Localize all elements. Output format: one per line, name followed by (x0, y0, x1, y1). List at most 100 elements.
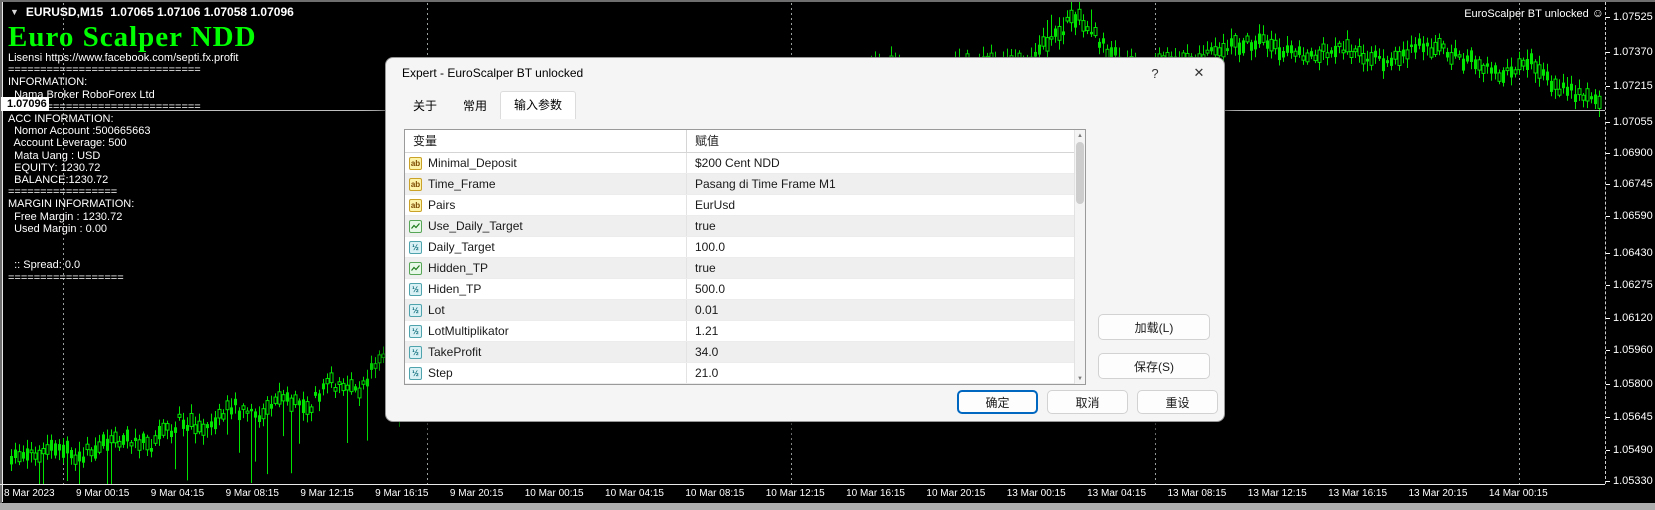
tab-inputs[interactable]: 输入参数 (500, 91, 577, 119)
price-axis: 1.07525 1.07370 1.07215 1.07055 1.06900 1.067… (1605, 2, 1655, 487)
param-value[interactable]: $200 Cent NDD (695, 156, 780, 170)
param-row[interactable]: ab Minimal_Deposit $200 Cent NDD (405, 153, 1085, 174)
price-tick: 1.06745 (1606, 178, 1653, 190)
comment-line (8, 235, 257, 247)
number-param-icon: ½ (409, 345, 422, 359)
scroll-thumb[interactable] (1076, 142, 1084, 204)
tick-dash (1606, 16, 1610, 18)
param-value[interactable]: 0.01 (695, 303, 718, 317)
tick-dash (1606, 383, 1610, 385)
param-name: Pairs (428, 198, 456, 212)
price-tick: 1.06275 (1606, 279, 1653, 291)
param-name: Minimal_Deposit (428, 156, 517, 170)
param-row[interactable]: ½ Hiden_TP 500.0 (405, 279, 1085, 300)
param-value[interactable]: 100.0 (695, 240, 725, 254)
time-label: 10 Mar 20:15 (926, 488, 986, 499)
table-scrollbar[interactable]: ▲ ▼ (1074, 130, 1085, 384)
price-tick-label: 1.07370 (1613, 46, 1653, 58)
time-label: 8 Mar 2023 (4, 488, 55, 499)
param-row[interactable]: ab Pairs EurUsd (405, 195, 1085, 216)
price-tick-label: 1.07215 (1613, 80, 1653, 92)
window-top-border (0, 0, 1655, 2)
cancel-button[interactable]: 取消 (1047, 390, 1128, 414)
dialog-titlebar[interactable]: Expert - EuroScalper BT unlocked ? ✕ (386, 58, 1224, 88)
param-row[interactable]: ½ Lot 0.01 (405, 300, 1085, 321)
comment-line (8, 247, 257, 259)
tab-common[interactable]: 常用 (450, 94, 500, 119)
time-label: 13 Mar 12:15 (1247, 488, 1307, 499)
ohlc-values: 1.07065 1.07106 1.07058 1.07096 (110, 5, 294, 19)
string-param-icon: ab (409, 198, 422, 212)
time-label: 13 Mar 04:15 (1087, 488, 1147, 499)
price-tick: 1.05490 (1606, 444, 1653, 456)
comment-line: Used Margin : 0.00 (8, 222, 108, 235)
chart-header: ▼ EURUSD,M15 1.07065 1.07106 1.07058 1.0… (10, 5, 294, 19)
symbol-dropdown-icon[interactable]: ▼ (10, 7, 19, 17)
param-row[interactable]: ½ Step 21.0 (405, 363, 1085, 384)
tick-dash (1606, 85, 1610, 87)
param-row[interactable]: ½ Daily_Target 100.0 (405, 237, 1085, 258)
tick-dash (1606, 284, 1610, 286)
param-value[interactable]: 1.21 (695, 324, 718, 338)
price-tick: 1.06900 (1606, 147, 1653, 159)
param-row[interactable]: ½Averaging1.0 (405, 384, 1085, 385)
comment-line: ================== (8, 271, 124, 284)
tick-dash (1606, 183, 1610, 185)
param-value[interactable]: EurUsd (695, 198, 735, 212)
time-label: 9 Mar 04:15 (150, 488, 205, 499)
mt4-chart-window: ▼ EURUSD,M15 1.07065 1.07106 1.07058 1.0… (0, 0, 1655, 510)
time-label: 10 Mar 04:15 (605, 488, 664, 499)
time-label: 10 Mar 00:15 (524, 488, 584, 499)
comment-line: ACC INFORMATION: (8, 113, 114, 126)
price-tick: 1.06120 (1606, 312, 1653, 324)
comment-line: Nomor Account :500665663 (8, 125, 151, 138)
save-button[interactable]: 保存(S) (1098, 353, 1210, 379)
time-label: 10 Mar 08:15 (685, 488, 745, 499)
tick-dash (1606, 449, 1610, 451)
param-name: Time_Frame (428, 177, 496, 191)
comment-line: BALANCE:1230.72 (8, 174, 109, 187)
param-value[interactable]: 500.0 (695, 282, 725, 296)
tick-dash (1606, 317, 1610, 319)
price-tick-label: 1.05645 (1613, 411, 1653, 423)
price-tick: 1.05330 (1606, 475, 1653, 487)
ok-button[interactable]: 确定 (957, 390, 1038, 414)
param-row[interactable]: ab Time_Frame Pasang di Time Frame M1 (405, 174, 1085, 195)
time-label: 9 Mar 00:15 (76, 488, 130, 499)
reset-button[interactable]: 重设 (1137, 390, 1218, 414)
param-value[interactable]: 21.0 (695, 366, 718, 380)
string-param-icon: ab (409, 156, 422, 170)
price-tick-label: 1.06430 (1613, 247, 1653, 259)
price-tick-label: 1.05330 (1613, 475, 1653, 487)
ea-watermark: EuroScalper BT unlocked ☺ (1408, 6, 1604, 20)
comment-line: Account Leverage: 500 (8, 137, 127, 150)
scroll-down-icon[interactable]: ▼ (1075, 373, 1085, 384)
param-value[interactable]: Pasang di Time Frame M1 (695, 177, 836, 191)
param-row[interactable]: ½ TakeProfit 34.0 (405, 342, 1085, 363)
load-button[interactable]: 加载(L) (1098, 314, 1210, 340)
close-icon[interactable]: ✕ (1188, 62, 1210, 84)
smiley-icon: ☺ (1591, 6, 1604, 20)
help-button[interactable]: ? (1144, 62, 1166, 84)
header-value: 赋值 (695, 134, 720, 148)
tab-about[interactable]: 关于 (400, 94, 450, 119)
param-row[interactable]: Hidden_TP true (405, 258, 1085, 279)
price-tick-label: 1.05800 (1613, 378, 1653, 390)
number-param-icon: ½ (409, 324, 422, 338)
price-tick: 1.05960 (1606, 344, 1653, 356)
string-param-icon: ab (409, 177, 422, 191)
param-value[interactable]: true (695, 261, 716, 275)
param-value[interactable]: 34.0 (695, 345, 718, 359)
comment-line: INFORMATION: (8, 76, 88, 89)
tick-dash (1606, 152, 1610, 154)
param-row[interactable]: Use_Daily_Target true (405, 216, 1085, 237)
params-table: 变量 赋值 ab Minimal_Deposit $200 Cent NDD ab Ti… (404, 129, 1086, 385)
comment-line: EQUITY: 1230.72 (8, 161, 101, 174)
price-tick-label: 1.06745 (1613, 178, 1653, 190)
time-label: 9 Mar 08:15 (225, 488, 279, 499)
scroll-up-icon[interactable]: ▲ (1075, 130, 1085, 141)
number-param-icon: ½ (409, 303, 422, 317)
param-row[interactable]: ½ LotMultiplikator 1.21 (405, 321, 1085, 342)
param-value[interactable]: true (695, 219, 716, 233)
time-label: 9 Mar 12:15 (300, 488, 354, 499)
